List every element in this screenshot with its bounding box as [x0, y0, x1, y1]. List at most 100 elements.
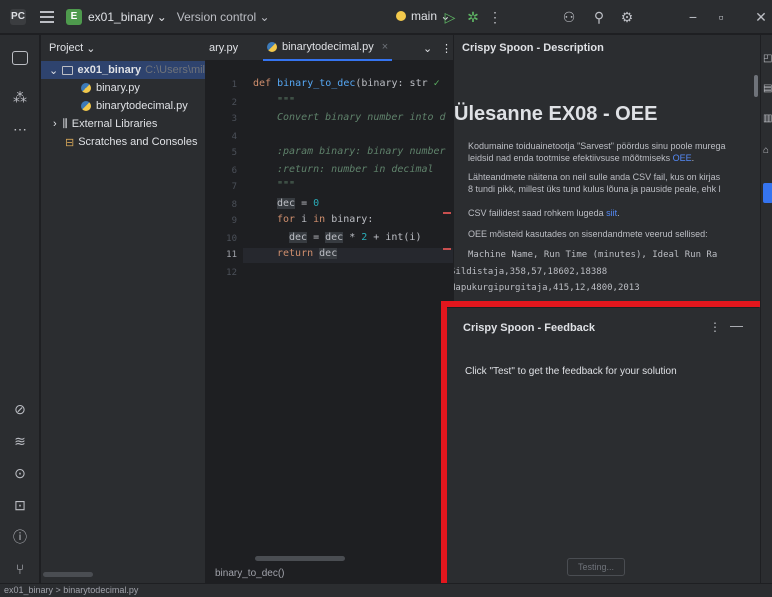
app-logo: PC	[10, 8, 26, 25]
tab-label: binarytodecimal.py	[282, 41, 374, 53]
error-stripe-marker[interactable]	[443, 212, 451, 214]
notifications-icon[interactable]: ◰	[763, 53, 772, 65]
project-tool-icon[interactable]	[12, 51, 28, 65]
line-number: 9	[231, 216, 237, 226]
editor-tabs: ary.py binarytodecimal.py × ⌄ ⋮	[205, 35, 453, 61]
line-number: 3	[231, 114, 237, 124]
line-number: 4	[231, 132, 237, 142]
structure-tool-icon[interactable]: ⁂	[10, 87, 30, 107]
tree-item-label: ex01_binary	[77, 64, 142, 76]
search-icon[interactable]: ⚲	[590, 8, 608, 26]
git-icon[interactable]: ⑂	[10, 559, 30, 579]
project-panel-title: Project	[49, 42, 84, 54]
keyword-in: in	[313, 214, 332, 225]
tab-more-icon[interactable]: ⋮	[441, 35, 452, 61]
code-text: =	[307, 232, 326, 243]
folder-icon	[62, 65, 73, 75]
course-icon[interactable]: ⌂	[763, 145, 772, 157]
tab-binarytodecimal-py[interactable]: binarytodecimal.py ×	[263, 35, 393, 61]
python-file-icon	[267, 42, 277, 52]
tree-item-binarytodecimal-py[interactable]: binarytodecimal.py	[41, 97, 205, 115]
settings-icon[interactable]: ⚙	[618, 8, 636, 26]
terminal-icon[interactable]: ⊡	[10, 495, 30, 515]
main-menu-icon[interactable]	[40, 10, 54, 23]
status-path[interactable]: ex01_binary > binarytodecimal.py	[4, 585, 138, 595]
tree-item-binary-py[interactable]: binary.py	[41, 79, 205, 97]
project-panel-header[interactable]: Project ⌄	[41, 35, 205, 61]
code-line-2: """	[277, 96, 296, 107]
text-line: 8 tundi pikk, millest üks tund kulus lõu…	[468, 184, 721, 194]
more-tools-icon[interactable]: ⋯	[10, 119, 30, 139]
variable-dec: dec	[325, 232, 344, 243]
tab-close-icon[interactable]: ×	[382, 41, 388, 53]
inspection-ok-icon[interactable]: ✓	[434, 78, 440, 89]
line-number: 2	[231, 98, 237, 108]
debug-icon[interactable]: ✲	[464, 8, 482, 26]
code-text: =	[295, 198, 314, 209]
database-icon[interactable]: ▤	[763, 83, 772, 95]
code-line-7: """	[277, 180, 296, 191]
project-hscroll[interactable]	[43, 572, 93, 577]
task-description-icon[interactable]: ▥	[763, 113, 772, 125]
left-tool-strip: ⁂ ⋯ ⊘ ≋ ⊙ ⊡ ⓘ ⑂	[0, 35, 40, 583]
library-icon: ⫼	[62, 117, 68, 130]
tree-item-scratches[interactable]: ⊟ Scratches and Consoles	[41, 133, 205, 151]
tree-item-project-root[interactable]: ⌄ ex01_binary C:\Users\mil	[41, 61, 205, 79]
account-icon[interactable]: ⚇	[560, 8, 578, 26]
text-line: CSV failidest saad rohkem lugeda	[468, 208, 604, 218]
tree-item-label: binarytodecimal.py	[96, 100, 188, 112]
status-bar: ex01_binary > binarytodecimal.py	[0, 583, 772, 597]
right-tool-strip: ◰ ▤ ▥ ⌂	[760, 35, 772, 583]
run-tool-icon[interactable]: ⊙	[10, 463, 30, 483]
keyword-return: return	[277, 248, 320, 259]
version-control-label: Version control	[176, 9, 257, 24]
project-name: ex01_binary	[88, 9, 154, 24]
variable-dec: dec	[277, 198, 296, 209]
code-text: *	[343, 232, 362, 243]
code-text: + int(i)	[367, 232, 422, 243]
more-icon[interactable]: ⋮	[486, 8, 504, 26]
code-breadcrumb[interactable]: binary_to_dec()	[205, 565, 453, 583]
csv-header-line: Machine Name, Run Time (minutes), Ideal …	[468, 250, 718, 260]
oee-link[interactable]: OEE	[673, 153, 692, 163]
line-number: 10	[226, 234, 237, 244]
code-text: binary:	[331, 214, 374, 225]
python-file-icon	[81, 101, 91, 111]
minimize-icon[interactable]: −	[684, 8, 702, 26]
csv-row: Sildistaja,358,57,18602,18388	[453, 267, 608, 277]
project-badge[interactable]: E	[66, 8, 82, 25]
code-line-10: dec = dec * 2 + int(i)	[289, 232, 421, 243]
error-stripe-marker[interactable]	[443, 248, 451, 250]
variable-dec: dec	[289, 232, 308, 243]
tree-item-external-libraries[interactable]: › ⫼ External Libraries	[41, 115, 205, 133]
project-selector[interactable]: ex01_binary ⌄	[88, 10, 167, 24]
plugin-icon[interactable]	[763, 183, 772, 203]
version-control-menu[interactable]: Version control ⌄	[177, 10, 270, 24]
layers-icon[interactable]: ≋	[10, 431, 30, 451]
csv-row: Hapukurgipurgitaja,415,12,4800,2013	[453, 283, 640, 293]
close-icon[interactable]: ✕	[752, 8, 770, 26]
code-editor[interactable]: 1 2 3 4 5 6 7 8 9 10 11 12 def binary_to…	[205, 62, 453, 565]
line-number: 8	[231, 200, 237, 210]
csv-info-link[interactable]: siit	[606, 208, 617, 218]
problems-icon[interactable]: ⓘ	[10, 527, 30, 547]
keyword-def: def	[253, 78, 278, 89]
maximize-icon[interactable]: ▫	[712, 8, 730, 26]
current-line-highlight	[243, 248, 453, 263]
description-panel-header: Crispy Spoon - Description	[462, 42, 604, 54]
text-line: Kodumaine toiduainetootja "Sarvest" pöör…	[468, 141, 726, 151]
code-line-9: for i in binary:	[277, 214, 373, 225]
tab-list-chevron-icon[interactable]: ⌄	[423, 35, 432, 61]
code-text: i	[301, 214, 314, 225]
python-packages-icon[interactable]: ⊘	[10, 399, 30, 419]
title-bar: PC E ex01_binary ⌄ Version control ⌄ mai…	[0, 0, 772, 34]
description-paragraph-2: Lähteandmete näitena on neil sulle anda …	[468, 171, 760, 195]
description-paragraph-4: OEE mõisteid kasutades on sisendandmete …	[468, 229, 708, 239]
editor-hscroll[interactable]	[255, 556, 345, 561]
line-number: 7	[231, 182, 237, 192]
code-line-8: dec = 0	[277, 198, 319, 209]
tab-binary-py[interactable]: ary.py	[209, 35, 238, 61]
text-line: leidsid nad enda tootmise efektiivsuse m…	[468, 153, 671, 163]
description-scrollbar[interactable]	[754, 75, 758, 97]
run-icon[interactable]: ▷	[441, 8, 459, 26]
